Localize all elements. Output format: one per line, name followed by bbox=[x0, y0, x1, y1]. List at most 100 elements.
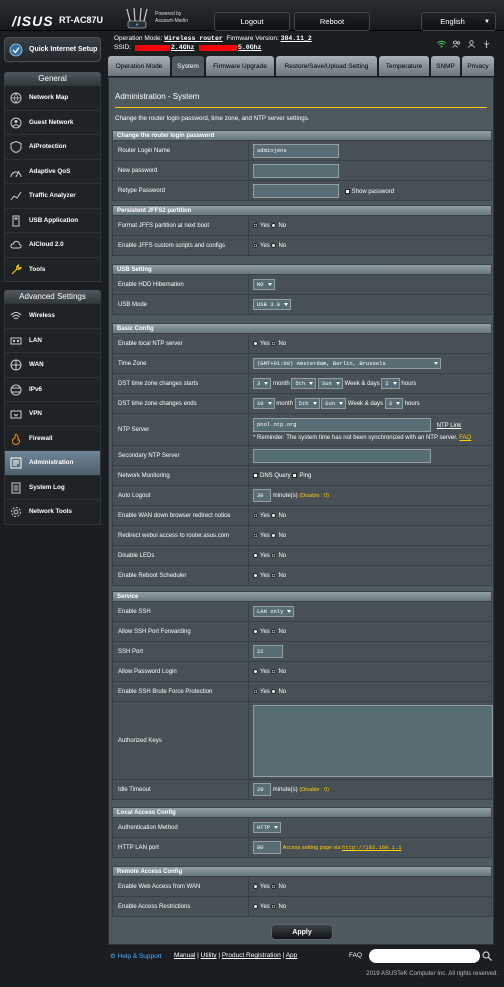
sidebar-item-tools[interactable]: Tools bbox=[5, 258, 100, 283]
ssid-5-link[interactable]: 5.0Ghz bbox=[238, 44, 261, 51]
show-password-checkbox[interactable] bbox=[344, 188, 350, 194]
ntp-server-input[interactable]: pool.ntp.org bbox=[253, 418, 431, 432]
ssh-port-input[interactable]: 22 bbox=[253, 645, 283, 658]
help-support: ⚙ Help & Support bbox=[110, 952, 162, 960]
tab-privacy[interactable]: Privacy bbox=[462, 56, 494, 76]
jffs-custom-yes-radio[interactable] bbox=[253, 243, 258, 248]
retype-password-input[interactable] bbox=[253, 184, 339, 198]
ssh-enable-select[interactable]: LAN only bbox=[253, 606, 295, 617]
sidebar-item-traffic-analyzer[interactable]: Traffic Analyzer bbox=[5, 184, 100, 209]
sidebar-item-aicloud[interactable]: AiCloud 2.0 bbox=[5, 233, 100, 258]
dst-end-day-select[interactable]: Sun bbox=[321, 398, 347, 409]
jffs-custom-no-radio[interactable] bbox=[271, 243, 277, 248]
login-name-input[interactable]: adminjens bbox=[253, 144, 339, 158]
new-password-input[interactable] bbox=[253, 164, 339, 178]
local-ntp-no-radio[interactable] bbox=[271, 341, 277, 346]
ntp-faq-link[interactable]: FAQ bbox=[459, 435, 471, 441]
password-login-no-radio[interactable] bbox=[271, 669, 277, 674]
redirect-asus-yes-radio[interactable] bbox=[253, 533, 258, 538]
web-access-wan-yes-radio[interactable] bbox=[253, 884, 258, 889]
hdd-hibernation-select[interactable]: NO bbox=[253, 279, 275, 290]
dns-query-checkbox[interactable] bbox=[253, 473, 258, 478]
sidebar-item-network-tools[interactable]: Network Tools bbox=[5, 500, 100, 525]
tab-operation-mode[interactable]: Operation Mode bbox=[108, 56, 170, 76]
sidebar-item-guest-network[interactable]: Guest Network bbox=[5, 111, 100, 135]
wifi-icon[interactable] bbox=[437, 40, 446, 48]
web-access-wan-no-radio[interactable] bbox=[271, 884, 277, 889]
op-mode-label: Operation Mode: bbox=[114, 35, 163, 42]
tab-snmp[interactable]: SNMP bbox=[431, 56, 460, 76]
sidebar-item-administration[interactable]: Administration bbox=[5, 451, 100, 476]
sidebar-item-lan[interactable]: LAN bbox=[5, 329, 100, 353]
dst-end-week-select[interactable]: 5th bbox=[294, 398, 320, 409]
firmware-link[interactable]: 384.11_2 bbox=[281, 35, 312, 42]
dst-end-month-select[interactable]: 10 bbox=[253, 398, 275, 409]
dst-start-hour-select[interactable]: 2 bbox=[381, 378, 400, 389]
sidebar-item-usb-application[interactable]: USB Application bbox=[5, 209, 100, 233]
auto-logout-input[interactable]: 30 bbox=[253, 489, 271, 502]
apply-button[interactable]: Apply bbox=[271, 924, 333, 940]
sidebar-item-system-log[interactable]: System Log bbox=[5, 476, 100, 500]
faq-search-input[interactable] bbox=[369, 949, 480, 963]
disable-leds-yes-radio[interactable] bbox=[253, 553, 258, 558]
user-icon[interactable] bbox=[467, 40, 476, 48]
brute-force-no-radio[interactable] bbox=[271, 689, 277, 694]
tab-firmware-upgrade[interactable]: Firmware Upgrade bbox=[206, 56, 274, 76]
ssid-24-link[interactable]: 2.4Ghz bbox=[171, 44, 194, 51]
sidebar-item-ipv6[interactable]: IPv6 bbox=[5, 378, 100, 402]
ssh-port-forwarding-yes-radio[interactable] bbox=[253, 629, 258, 634]
manual-link[interactable]: Manual bbox=[174, 952, 195, 959]
sidebar-item-firewall[interactable]: Firewall bbox=[5, 427, 100, 451]
sidebar-item-aiprotection[interactable]: AiProtection bbox=[5, 135, 100, 160]
wan-redirect-yes-radio[interactable] bbox=[253, 513, 258, 518]
dst-start-week-select[interactable]: 5th bbox=[291, 378, 317, 389]
redirect-asus-no-radio[interactable] bbox=[271, 533, 277, 538]
logout-button[interactable]: Logout bbox=[214, 12, 290, 31]
quick-internet-setup-button[interactable]: Quick Internet Setup bbox=[4, 37, 101, 62]
ssh-port-forwarding-no-radio[interactable] bbox=[271, 629, 277, 634]
timezone-select[interactable]: (GMT+01:00) Amsterdam, Berlin, Brussels bbox=[253, 358, 441, 369]
search-icon[interactable] bbox=[482, 951, 492, 961]
usb-icon[interactable] bbox=[482, 40, 491, 48]
local-ntp-yes-radio[interactable] bbox=[253, 341, 258, 346]
sidebar-item-wireless[interactable]: Wireless bbox=[5, 304, 100, 329]
disable-leds-no-radio[interactable] bbox=[271, 553, 277, 558]
dst-start-day-select[interactable]: Sun bbox=[317, 378, 343, 389]
users-icon[interactable] bbox=[452, 40, 461, 48]
sidebar-item-vpn[interactable]: VPN bbox=[5, 402, 100, 427]
access-restrictions-no-radio[interactable] bbox=[271, 904, 277, 909]
product-registration-link[interactable]: Product Registration bbox=[222, 952, 281, 959]
tab-restore-save-upload[interactable]: Restore/Save/Upload Setting bbox=[276, 56, 377, 76]
wan-redirect-no-radio[interactable] bbox=[271, 513, 277, 518]
authorized-keys-textarea[interactable] bbox=[253, 705, 493, 777]
password-login-yes-radio[interactable] bbox=[253, 669, 258, 674]
dst-start-month-select[interactable]: 3 bbox=[253, 378, 272, 389]
auth-method-select[interactable]: HTTP bbox=[253, 822, 282, 833]
dst-end-hour-select[interactable]: 3 bbox=[384, 398, 404, 409]
ping-checkbox[interactable] bbox=[292, 473, 298, 478]
sidebar-item-label: Administration bbox=[29, 459, 74, 466]
tab-temperature[interactable]: Temperature bbox=[379, 56, 429, 76]
jffs-format-yes-radio[interactable] bbox=[253, 223, 258, 228]
http-port-input[interactable]: 80 bbox=[253, 841, 281, 854]
sidebar-item-wan[interactable]: WAN bbox=[5, 353, 100, 378]
reboot-button[interactable]: Reboot bbox=[294, 12, 370, 31]
access-restrictions-yes-radio[interactable] bbox=[253, 904, 258, 909]
ntp-link[interactable]: NTP Link bbox=[437, 423, 462, 429]
brute-force-yes-radio[interactable] bbox=[253, 689, 258, 694]
access-url-link[interactable]: http://192.168.1.1 bbox=[342, 844, 401, 851]
idle-timeout-input[interactable]: 20 bbox=[253, 783, 271, 796]
sidebar-item-network-map[interactable]: Network Map bbox=[5, 86, 100, 111]
tab-system[interactable]: System bbox=[172, 56, 204, 76]
op-mode-link[interactable]: Wireless router bbox=[164, 35, 223, 42]
utility-link[interactable]: Utility bbox=[201, 952, 217, 959]
reboot-scheduler-no-radio[interactable] bbox=[271, 573, 277, 578]
language-select[interactable]: English ▼ bbox=[421, 12, 496, 31]
usb-mode-select[interactable]: USB 3.0 bbox=[253, 299, 292, 310]
reboot-scheduler-yes-radio[interactable] bbox=[253, 573, 258, 578]
secondary-ntp-input[interactable] bbox=[253, 449, 431, 463]
ssid-redaction bbox=[135, 45, 170, 51]
sidebar-item-adaptive-qos[interactable]: Adaptive QoS bbox=[5, 160, 100, 184]
app-link[interactable]: App bbox=[286, 952, 298, 959]
jffs-format-no-radio[interactable] bbox=[271, 223, 277, 228]
